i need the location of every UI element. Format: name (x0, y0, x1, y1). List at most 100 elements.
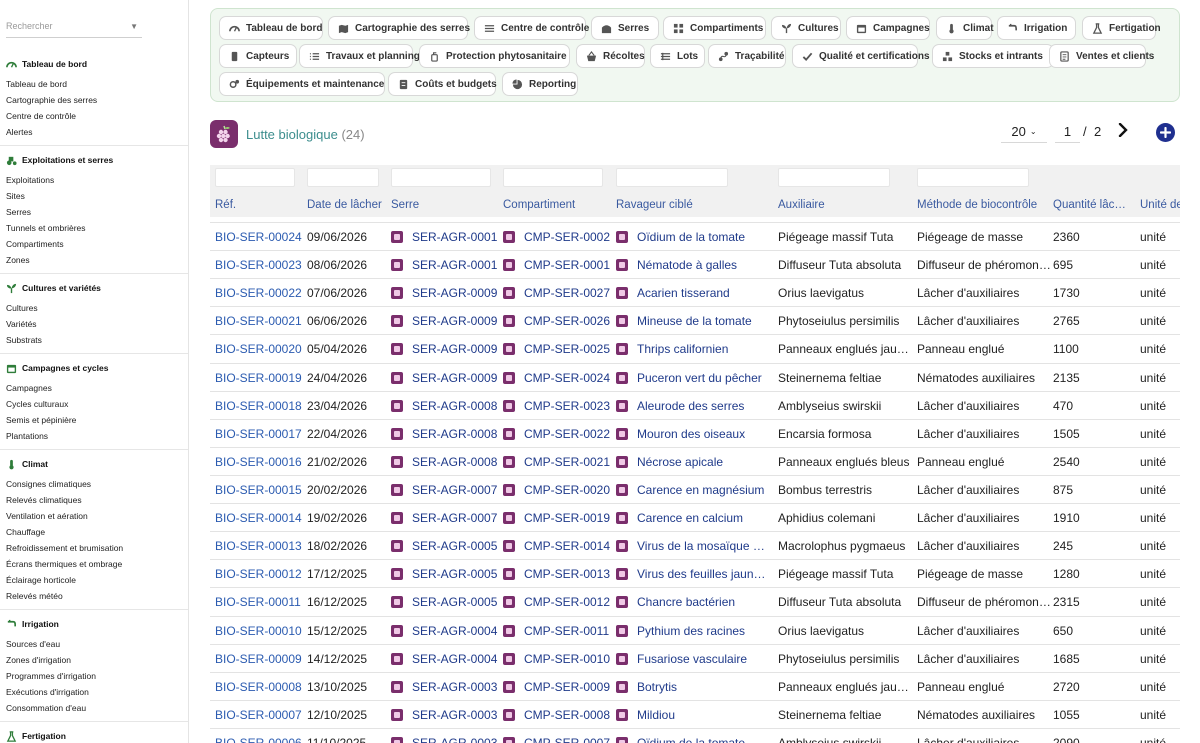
table-row[interactable]: BIO-SER-00023 08/06/2026 SER-AGR-0001 CMP-S… (210, 250, 1180, 278)
table-cell[interactable]: SER-AGR-0008 (391, 448, 499, 476)
topnav-button[interactable]: Coûts et budgets (388, 72, 497, 96)
table-cell[interactable]: Nématode à galles (616, 251, 766, 279)
topnav-button[interactable]: Campagnes (846, 16, 930, 40)
plus-icon[interactable] (1156, 123, 1175, 142)
table-cell[interactable]: BIO-SER-00014 (215, 504, 303, 532)
column-filter-input[interactable] (503, 168, 603, 187)
sidebar-item[interactable]: Variétés (0, 316, 188, 332)
table-cell[interactable]: CMP-SER-0010 (503, 645, 611, 673)
table-cell[interactable]: Fusariose vasculaire (616, 645, 766, 673)
topnav-button[interactable]: Lots (650, 44, 705, 68)
table-cell[interactable]: SER-AGR-0009 (391, 335, 499, 363)
table-cell[interactable]: Aleurode des serres (616, 392, 766, 420)
topnav-button[interactable]: Fertigation (1082, 16, 1161, 40)
topnav-button[interactable]: Tableau de bord (219, 16, 323, 40)
table-cell[interactable]: SER-AGR-0008 (391, 420, 499, 448)
table-row[interactable]: BIO-SER-00011 16/12/2025 SER-AGR-0005 CMP-S… (210, 587, 1180, 615)
topnav-button[interactable]: Capteurs (219, 44, 297, 68)
table-cell[interactable]: CMP-SER-0001 (503, 251, 611, 279)
column-filter-input[interactable] (616, 168, 728, 187)
sidebar-item[interactable]: Sources d'eau (0, 636, 188, 652)
table-cell[interactable]: BIO-SER-00010 (215, 617, 303, 645)
table-cell[interactable]: CMP-SER-0014 (503, 532, 611, 560)
topnav-button[interactable]: Qualité et certifications (792, 44, 930, 68)
table-row[interactable]: BIO-SER-00021 06/06/2026 SER-AGR-0009 CMP-S… (210, 306, 1180, 334)
table-cell[interactable]: Oïdium de la tomate (616, 223, 766, 251)
table-cell[interactable]: Virus des feuilles jaune… (616, 560, 766, 588)
table-cell[interactable]: SER-AGR-0004 (391, 645, 499, 673)
sidebar-item[interactable]: Relevés météo (0, 588, 188, 604)
table-cell[interactable]: CMP-SER-0020 (503, 476, 611, 504)
table-cell[interactable]: SER-AGR-0001 (391, 223, 499, 251)
table-cell[interactable]: CMP-SER-0021 (503, 448, 611, 476)
table-cell[interactable]: Pythium des racines (616, 617, 766, 645)
table-row[interactable]: BIO-SER-00020 05/04/2026 SER-AGR-0009 CMP-S… (210, 334, 1180, 362)
table-cell[interactable]: CMP-SER-0009 (503, 673, 611, 701)
table-cell[interactable]: CMP-SER-0011 (503, 617, 611, 645)
table-cell[interactable]: CMP-SER-0013 (503, 560, 611, 588)
sidebar-item[interactable]: Tunnels et ombrières (0, 220, 188, 236)
table-cell[interactable]: Acarien tisserand (616, 279, 766, 307)
table-row[interactable]: BIO-SER-00015 20/02/2026 SER-AGR-0007 CMP-S… (210, 474, 1180, 504)
sidebar-section-header[interactable]: Climat (0, 456, 188, 472)
table-cell[interactable]: SER-AGR-0005 (391, 532, 499, 560)
sidebar-item[interactable]: Exécutions d'irrigation (0, 684, 188, 700)
column-header[interactable]: Réf. (215, 199, 236, 211)
topnav-button[interactable]: Protection phytosanitaire (419, 44, 570, 68)
table-cell[interactable]: Mildiou (616, 701, 766, 729)
table-cell[interactable]: BIO-SER-00012 (215, 560, 303, 588)
table-cell[interactable]: CMP-SER-0024 (503, 364, 611, 392)
sidebar-item[interactable]: Centre de contrôle (0, 108, 188, 124)
sidebar-item[interactable]: Cartographie des serres (0, 92, 188, 108)
sidebar-section-header[interactable]: Campagnes et cycles (0, 360, 188, 376)
topnav-button[interactable]: Récoltes (576, 44, 645, 68)
table-row[interactable]: BIO-SER-00016 21/02/2026 SER-AGR-0008 CMP-S… (210, 446, 1180, 476)
topnav-button[interactable]: Cultures (771, 16, 841, 40)
table-cell[interactable]: SER-AGR-0001 (391, 251, 499, 279)
topnav-button[interactable]: Stocks et intrants (932, 44, 1054, 68)
table-cell[interactable]: SER-AGR-0009 (391, 307, 499, 335)
table-cell[interactable]: BIO-SER-00007 (215, 701, 303, 729)
sidebar-item[interactable]: Semis et pépinière (0, 412, 188, 428)
topnav-button[interactable]: Ventes et clients (1049, 44, 1154, 68)
sidebar-item[interactable]: Consignes climatiques (0, 476, 188, 492)
per-page-select[interactable]: 20 ⌄ (1001, 121, 1047, 143)
table-cell[interactable]: CMP-SER-0023 (503, 392, 611, 420)
table-row[interactable]: BIO-SER-00006 11/10/2025 SER-AGR-0003 CMP-S… (210, 727, 1180, 743)
table-cell[interactable]: SER-AGR-0005 (391, 588, 499, 616)
sidebar-item[interactable]: Éclairage horticole (0, 572, 188, 588)
table-cell[interactable]: CMP-SER-0026 (503, 307, 611, 335)
search-box[interactable]: ▼ (6, 16, 142, 38)
table-cell[interactable]: CMP-SER-0019 (503, 504, 611, 532)
table-cell[interactable]: CMP-SER-0025 (503, 335, 611, 363)
topnav-button[interactable]: Serres (591, 16, 659, 40)
topnav-button[interactable]: Traçabilité (708, 44, 786, 68)
topnav-button[interactable]: Travaux et planning (299, 44, 420, 68)
table-row[interactable]: BIO-SER-00017 22/04/2026 SER-AGR-0008 CMP-S… (210, 418, 1180, 448)
table-cell[interactable]: SER-AGR-0003 (391, 673, 499, 701)
topnav-button[interactable]: Compartiments (663, 16, 766, 40)
table-row[interactable]: BIO-SER-00007 12/10/2025 SER-AGR-0003 CMP-S… (210, 699, 1180, 729)
sidebar-item[interactable]: Campagnes (0, 380, 188, 396)
table-cell[interactable]: BIO-SER-00021 (215, 307, 303, 335)
sidebar-item[interactable]: Écrans thermiques et ombrage (0, 556, 188, 572)
table-cell[interactable]: BIO-SER-00009 (215, 645, 303, 673)
table-cell[interactable]: Puceron vert du pêcher (616, 364, 766, 392)
table-cell[interactable]: Carence en magnésium (616, 476, 766, 504)
column-header[interactable]: Ravageur ciblé (616, 199, 693, 211)
table-row[interactable]: BIO-SER-00010 15/12/2025 SER-AGR-0004 CMP-S… (210, 615, 1180, 645)
table-cell[interactable]: BIO-SER-00024 (215, 223, 303, 251)
table-cell[interactable]: SER-AGR-0003 (391, 701, 499, 729)
table-cell[interactable]: SER-AGR-0009 (391, 364, 499, 392)
table-cell[interactable]: BIO-SER-00015 (215, 476, 303, 504)
table-cell[interactable]: SER-AGR-0003 (391, 729, 499, 743)
column-header[interactable]: Unité de (1140, 199, 1180, 211)
sidebar-item[interactable]: Exploitations (0, 172, 188, 188)
table-cell[interactable]: CMP-SER-0007 (503, 729, 611, 743)
sidebar-item[interactable]: Chauffage (0, 524, 188, 540)
table-cell[interactable]: CMP-SER-0012 (503, 588, 611, 616)
column-filter-input[interactable] (215, 168, 295, 187)
current-page-input[interactable]: 1 (1055, 121, 1080, 143)
table-row[interactable]: BIO-SER-00013 18/02/2026 SER-AGR-0005 CMP-S… (210, 531, 1180, 559)
sidebar-item[interactable]: Tableau de bord (0, 76, 188, 92)
